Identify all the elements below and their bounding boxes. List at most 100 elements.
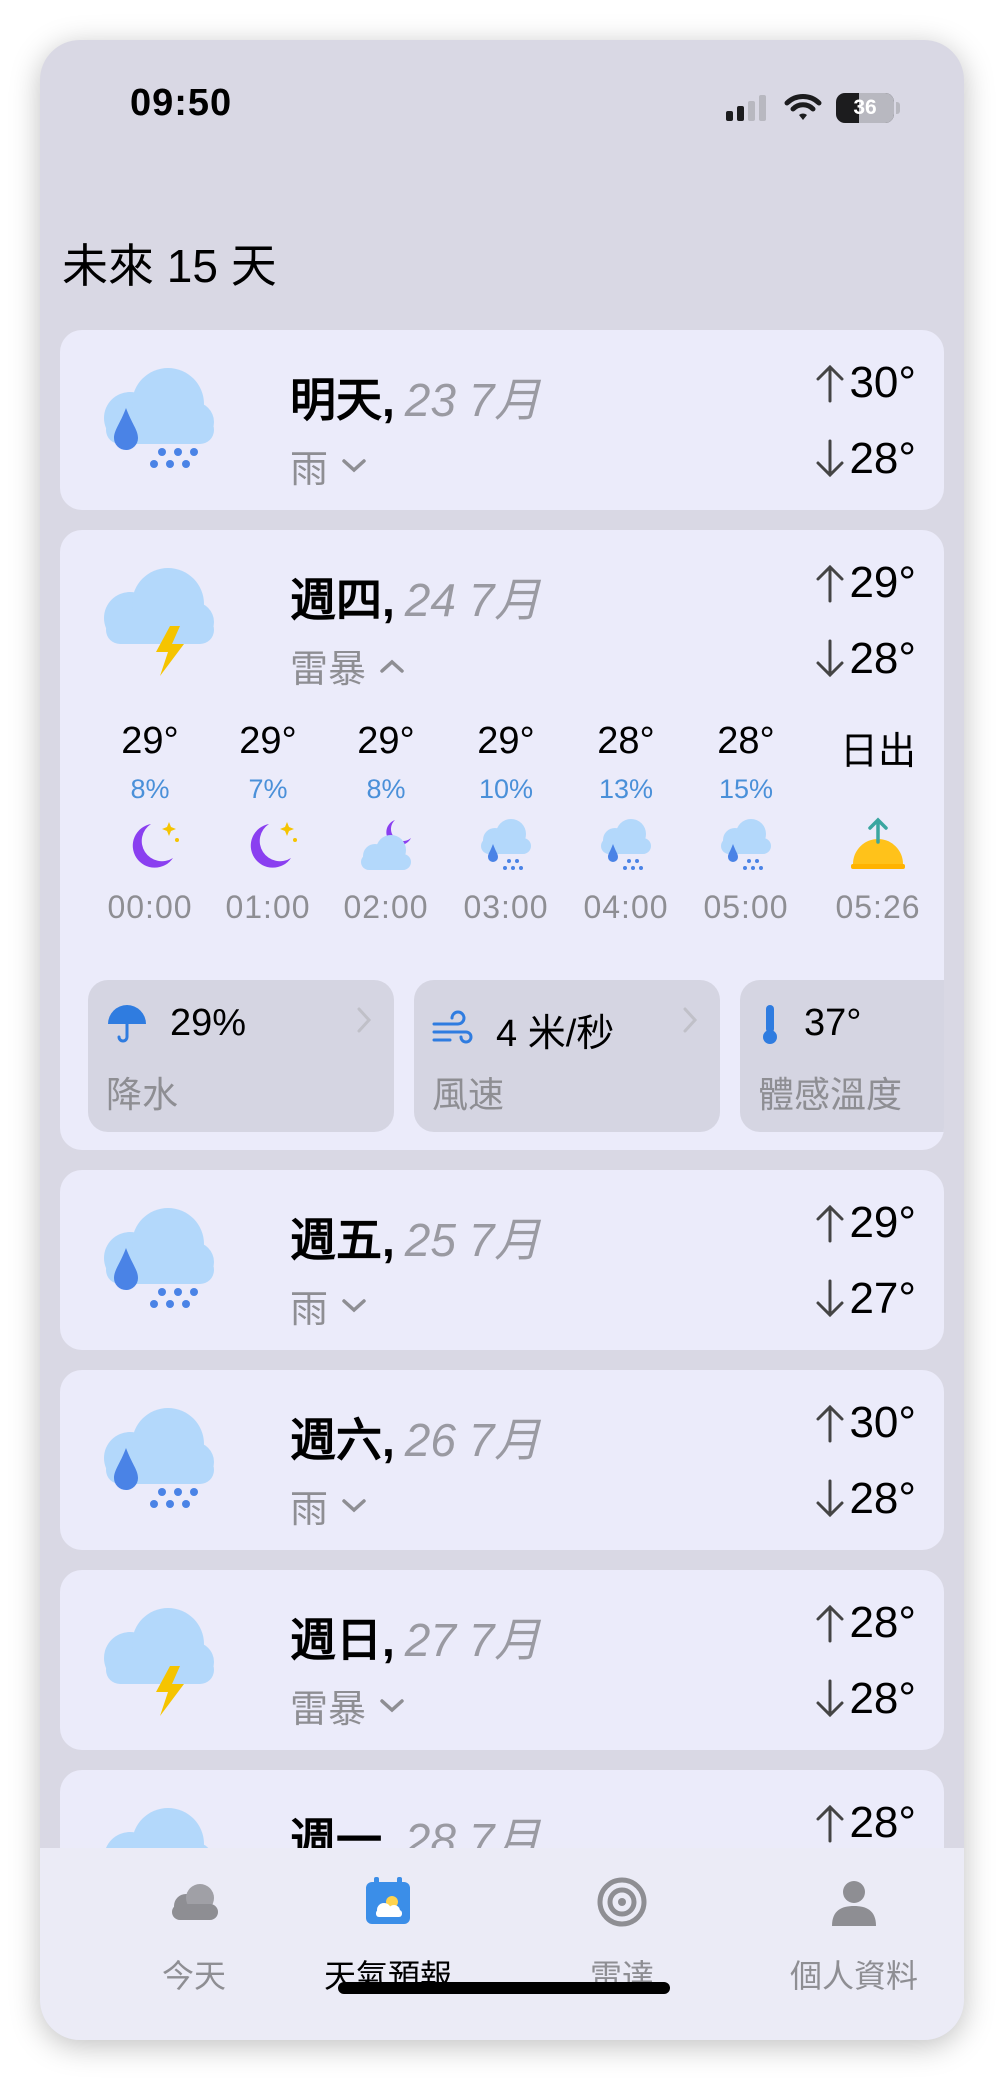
wind-speed-tile[interactable]: 4 米/秒 風速 (414, 980, 720, 1132)
tile-label: 風速 (432, 1074, 505, 1115)
day-name: 明天, 23 7月 (290, 374, 541, 426)
arrow-down-icon (816, 1479, 844, 1518)
home-indicator[interactable] (338, 1982, 670, 1994)
hourly-time: 01:00 (225, 889, 311, 925)
hourly-forecast[interactable]: 29° 8% 00:00 29° 7% 01:00 29° 8% 02:00 2… (90, 720, 930, 940)
wind-icon (432, 1010, 473, 1043)
day-condition[interactable]: 雨 (290, 438, 366, 493)
section-title: 未來 15 天 (62, 240, 277, 292)
cloud-rain-icon (601, 819, 651, 870)
hourly-item: 29° 7% 01:00 (208, 720, 328, 926)
high-temp: 28° (815, 1798, 916, 1848)
high-temp: 29° (815, 1198, 916, 1248)
day-name: 週日, 27 7月 (290, 1614, 541, 1666)
tile-value: 37° (804, 1002, 862, 1044)
chevron-right-icon (683, 1007, 698, 1033)
arrow-down-icon (816, 639, 844, 678)
cloud-rain-icon (721, 819, 771, 870)
tab-profile[interactable]: 個人資料 (754, 1872, 954, 1997)
tab-radar[interactable]: 雷達 (522, 1872, 722, 1997)
hourly-precip: 8% (130, 774, 170, 804)
tab-label: 今天 (161, 1958, 226, 1994)
hourly-temp: 28° (597, 720, 655, 762)
hourly-temp: 29° (121, 720, 179, 762)
day-name: 週五, 25 7月 (290, 1214, 541, 1266)
day-card[interactable]: 週五, 25 7月 雨 29° 27° (60, 1170, 944, 1350)
hourly-precip: 8% (366, 774, 406, 804)
hourly-precip: 10% (478, 774, 534, 804)
day-date: 24 7月 (404, 574, 541, 626)
day-name: 週四, 24 7月 (290, 574, 541, 626)
battery-icon: 36 (836, 93, 894, 123)
arrow-up-icon (816, 364, 844, 403)
person-icon (832, 1881, 876, 1926)
battery-level: 36 (853, 96, 877, 119)
thermometer-icon (763, 1004, 777, 1044)
day-card[interactable]: 週日, 27 7月 雷暴 28° 28° (60, 1570, 944, 1750)
day-card[interactable]: 週六, 26 7月 雨 30° 28° (60, 1370, 944, 1550)
chevron-down-icon (342, 1298, 366, 1312)
hourly-temp: 29° (357, 720, 415, 762)
cloud-icon (172, 1884, 218, 1920)
hourly-item: 29° 8% 02:00 (326, 720, 446, 926)
chevron-down-icon (342, 458, 366, 472)
status-time: 09:50 (130, 82, 233, 124)
moon-stars-icon (132, 822, 179, 868)
arrow-down-icon (816, 439, 844, 478)
low-temp: 28° (815, 1474, 916, 1524)
arrow-down-icon (816, 1679, 844, 1718)
day-date: 25 7月 (404, 1214, 541, 1266)
hourly-item: 29° 8% 00:00 (90, 720, 210, 926)
sunrise-time: 05:26 (835, 889, 921, 925)
hourly-temp: 29° (477, 720, 535, 762)
tile-value: 4 米/秒 (496, 1013, 615, 1055)
arrow-up-icon (816, 1804, 844, 1843)
moon-stars-icon (250, 822, 297, 868)
rain-icon (104, 368, 214, 468)
cloud-moon-icon (361, 820, 411, 870)
day-date: 23 7月 (404, 374, 541, 426)
phone-screen: 09:50 36 未來 15 天 明天, 23 7月 雨 30° 28° 週四,… (40, 40, 964, 2040)
chevron-up-icon (380, 659, 404, 673)
hourly-precip: 13% (598, 774, 654, 804)
sunrise-item: 日出 05:26 (818, 720, 938, 926)
feels-like-tile[interactable]: 37° 體感溫度 (740, 980, 944, 1132)
tab-bar: 今天 天氣預報 雷達 個人資料 (40, 1848, 964, 2040)
rain-icon (104, 1208, 214, 1308)
sunrise-icon (851, 817, 905, 869)
day-card-expanded[interactable]: 週四, 24 7月 雷暴 29° 28° 29° 8% 00:00 29° 7% … (60, 530, 944, 1150)
hourly-precip: 15% (718, 774, 774, 804)
hourly-item: 28° 15% 05:00 (686, 720, 806, 926)
day-condition[interactable]: 雨 (290, 1278, 366, 1333)
cellular-signal-icon (726, 95, 766, 121)
hourly-time: 05:00 (703, 889, 789, 925)
chevron-down-icon (380, 1698, 404, 1712)
precipitation-tile[interactable]: 29% 降水 (88, 980, 394, 1132)
wifi-icon (784, 94, 822, 120)
status-bar: 09:50 36 (40, 40, 964, 170)
day-condition[interactable]: 雨 (290, 1478, 366, 1533)
radar-icon (597, 1877, 647, 1927)
day-name: 週六, 26 7月 (290, 1414, 541, 1466)
tile-value: 29% (170, 1002, 247, 1044)
hourly-temp: 29° (239, 720, 297, 762)
thunderstorm-icon (104, 568, 214, 676)
arrow-up-icon (816, 564, 844, 603)
hourly-temp: 28° (717, 720, 775, 762)
day-condition[interactable]: 雷暴 (290, 638, 404, 693)
tab-today[interactable]: 今天 (94, 1872, 294, 1997)
high-temp: 28° (815, 1598, 916, 1648)
tab-forecast[interactable]: 天氣預報 (288, 1872, 488, 1997)
calendar-icon (366, 1877, 410, 1924)
low-temp: 28° (815, 1674, 916, 1724)
arrow-up-icon (816, 1404, 844, 1443)
chevron-down-icon (342, 1498, 366, 1512)
cloud-rain-icon (481, 819, 531, 870)
thunderstorm-icon (104, 1608, 214, 1716)
day-condition[interactable]: 雷暴 (290, 1678, 404, 1733)
tile-label: 體感溫度 (758, 1074, 903, 1115)
day-card[interactable]: 明天, 23 7月 雨 30° 28° (60, 330, 944, 510)
high-temp: 30° (815, 358, 916, 408)
hourly-time: 04:00 (583, 889, 669, 925)
rain-icon (104, 1408, 214, 1508)
